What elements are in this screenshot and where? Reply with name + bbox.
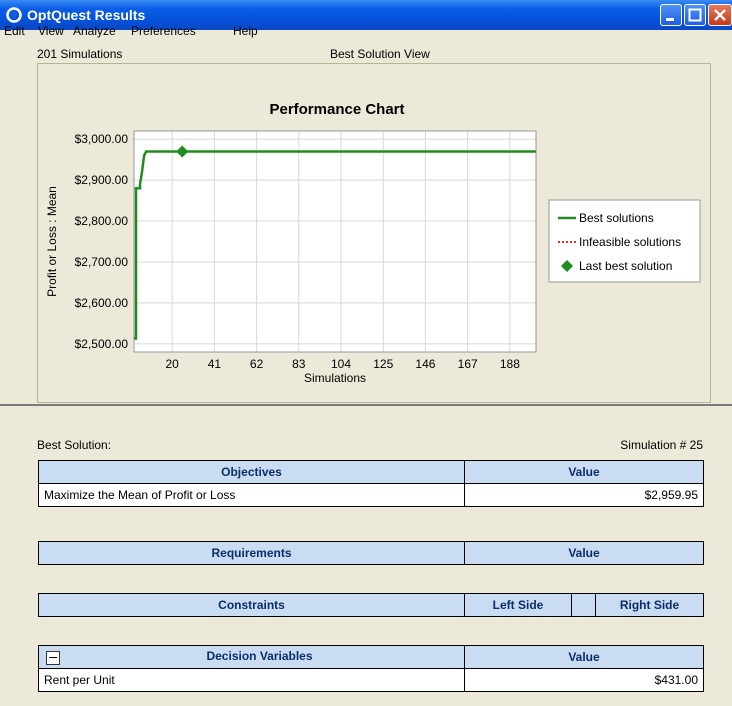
table-row[interactable]: Rent per Unit $431.00 (38, 668, 704, 692)
decision-variable-name: Rent per Unit (38, 668, 465, 692)
objectives-table: Objectives Value Maximize the Mean of Pr… (38, 460, 704, 507)
x-tick-label: 62 (250, 357, 264, 371)
x-tick-label: 125 (373, 357, 393, 371)
x-tick-label: 167 (458, 357, 478, 371)
decision-variable-value: $431.00 (464, 668, 704, 692)
objectives-header: Objectives (38, 460, 465, 484)
best-solution-label: Best Solution: (37, 438, 112, 452)
simulation-number: Simulation # 25 (620, 438, 703, 452)
requirements-value-header: Value (464, 541, 704, 565)
y-tick-label: $3,000.00 (75, 132, 129, 146)
pane-divider[interactable] (0, 404, 732, 406)
y-axis-label: Profit or Loss : Mean (45, 186, 59, 297)
decision-variables-label: Decision Variables (206, 649, 313, 663)
collapse-icon[interactable] (46, 651, 60, 665)
x-tick-label: 146 (415, 357, 435, 371)
legend-item-label: Best solutions (579, 211, 654, 225)
x-tick-label: 20 (166, 357, 180, 371)
right-side-header: Right Side (595, 593, 704, 617)
decision-variables-table: Decision Variables Value Rent per Unit $… (38, 645, 704, 692)
constraints-header: Constraints (38, 593, 465, 617)
y-tick-label: $2,600.00 (75, 296, 129, 310)
decision-variables-header: Decision Variables (38, 645, 465, 669)
objectives-value-header: Value (464, 460, 704, 484)
plot-area (133, 130, 537, 353)
legend-item-label: Last best solution (579, 259, 672, 273)
x-tick-label: 104 (331, 357, 351, 371)
x-tick-label: 188 (500, 357, 520, 371)
legend-item-label: Infeasible solutions (579, 235, 681, 249)
left-side-header: Left Side (464, 593, 572, 617)
y-tick-label: $2,900.00 (75, 173, 129, 187)
x-tick-label: 83 (292, 357, 306, 371)
x-axis-label: Simulations (304, 371, 366, 385)
constraints-spacer-header (571, 593, 596, 617)
objective-value: $2,959.95 (464, 483, 704, 507)
objective-name: Maximize the Mean of Profit or Loss (38, 483, 465, 507)
performance-chart: $2,500.00 $2,600.00 $2,700.00 $2,800.00 $2,9… (45, 130, 701, 385)
requirements-header: Requirements (38, 541, 465, 565)
y-tick-label: $2,700.00 (75, 255, 129, 269)
constraints-table: Constraints Left Side Right Side (38, 593, 704, 617)
requirements-table: Requirements Value (38, 541, 704, 565)
x-tick-label: 41 (208, 357, 222, 371)
y-tick-label: $2,500.00 (75, 337, 129, 351)
table-row[interactable]: Maximize the Mean of Profit or Loss $2,9… (38, 483, 704, 507)
y-tick-label: $2,800.00 (75, 214, 129, 228)
decision-variables-value-header: Value (464, 645, 704, 669)
